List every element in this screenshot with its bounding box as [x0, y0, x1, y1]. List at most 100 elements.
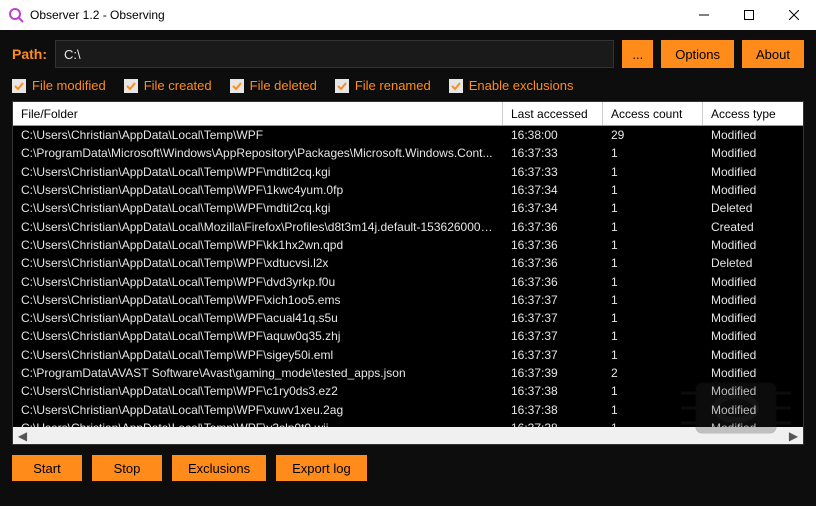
options-button[interactable]: Options: [661, 40, 734, 68]
cell-file: C:\Users\Christian\AppData\Local\Temp\WP…: [13, 311, 503, 325]
stop-button[interactable]: Stop: [92, 455, 162, 481]
scroll-left-icon: ◀: [15, 428, 30, 443]
export-button[interactable]: Export log: [276, 455, 367, 481]
cell-count: 1: [603, 238, 703, 252]
filter-row: File modified File created File deleted …: [12, 78, 804, 93]
table-row[interactable]: C:\Users\Christian\AppData\Local\Temp\WP…: [13, 181, 803, 199]
cell-type: Modified: [703, 238, 803, 252]
cell-file: C:\Users\Christian\AppData\Local\Temp\WP…: [13, 348, 503, 362]
cell-file: C:\Users\Christian\AppData\Local\Temp\WP…: [13, 293, 503, 307]
browse-button[interactable]: ...: [622, 40, 653, 68]
cell-file: C:\Users\Christian\AppData\Local\Temp\WP…: [13, 201, 503, 215]
table-row[interactable]: C:\ProgramData\AVAST Software\Avast\gami…: [13, 364, 803, 382]
table-row[interactable]: C:\Users\Christian\AppData\Local\Temp\WP…: [13, 254, 803, 272]
start-button[interactable]: Start: [12, 455, 82, 481]
column-header-last[interactable]: Last accessed: [503, 102, 603, 125]
exclusions-button[interactable]: Exclusions: [172, 455, 266, 481]
checkbox-file-renamed[interactable]: File renamed: [335, 78, 431, 93]
path-label: Path:: [12, 46, 47, 62]
table-header: File/Folder Last accessed Access count A…: [13, 102, 803, 126]
cell-count: 2: [603, 366, 703, 380]
cell-count: 1: [603, 146, 703, 160]
column-header-file[interactable]: File/Folder: [13, 102, 503, 125]
checkbox-file-modified[interactable]: File modified: [12, 78, 106, 93]
cell-file: C:\Users\Christian\AppData\Local\Temp\WP…: [13, 403, 503, 417]
table-row[interactable]: C:\Users\Christian\AppData\Local\Temp\WP…: [13, 382, 803, 400]
table-row[interactable]: C:\Users\Christian\AppData\Local\Temp\WP…: [13, 327, 803, 345]
cell-file: C:\Users\Christian\AppData\Local\Temp\WP…: [13, 275, 503, 289]
check-icon: [124, 79, 138, 93]
cell-last: 16:37:36: [503, 238, 603, 252]
minimize-button[interactable]: [681, 0, 726, 30]
cell-type: Modified: [703, 128, 803, 142]
table-row[interactable]: C:\Users\Christian\AppData\Local\Temp\WP…: [13, 199, 803, 217]
cell-last: 16:37:36: [503, 220, 603, 234]
table-row[interactable]: C:\Users\Christian\AppData\Local\Temp\WP…: [13, 309, 803, 327]
cell-last: 16:37:36: [503, 256, 603, 270]
cell-count: 1: [603, 201, 703, 215]
cell-file: C:\Users\Christian\AppData\Local\Temp\WP…: [13, 165, 503, 179]
cell-count: 1: [603, 329, 703, 343]
table-row[interactable]: C:\Users\Christian\AppData\Local\Temp\WP…: [13, 400, 803, 418]
checkbox-label: File modified: [32, 78, 106, 93]
table-row[interactable]: C:\Users\Christian\AppData\Local\Temp\WP…: [13, 126, 803, 144]
app-icon: [8, 7, 24, 23]
table-row[interactable]: C:\Users\Christian\AppData\Local\Temp\WP…: [13, 291, 803, 309]
cell-count: 1: [603, 403, 703, 417]
cell-count: 1: [603, 220, 703, 234]
cell-last: 16:38:00: [503, 128, 603, 142]
table-row[interactable]: C:\Users\Christian\AppData\Local\Temp\WP…: [13, 419, 803, 427]
table-row[interactable]: C:\Users\Christian\AppData\Local\Temp\WP…: [13, 346, 803, 364]
checkbox-file-deleted[interactable]: File deleted: [230, 78, 317, 93]
file-table: File/Folder Last accessed Access count A…: [12, 101, 804, 445]
cell-type: Modified: [703, 183, 803, 197]
column-header-type[interactable]: Access type: [703, 102, 803, 125]
cell-last: 16:37:37: [503, 348, 603, 362]
checkbox-label: File created: [144, 78, 212, 93]
cell-file: C:\Users\Christian\AppData\Local\Temp\WP…: [13, 256, 503, 270]
footer-buttons: Start Stop Exclusions Export log: [12, 455, 804, 481]
cell-file: C:\Users\Christian\AppData\Local\Temp\WP…: [13, 128, 503, 142]
path-input[interactable]: [55, 40, 614, 68]
check-icon: [449, 79, 463, 93]
cell-type: Modified: [703, 384, 803, 398]
column-header-count[interactable]: Access count: [603, 102, 703, 125]
checkbox-enable-exclusions[interactable]: Enable exclusions: [449, 78, 574, 93]
cell-last: 16:37:39: [503, 366, 603, 380]
cell-last: 16:37:37: [503, 293, 603, 307]
path-row: Path: ... Options About: [12, 40, 804, 68]
cell-type: Modified: [703, 348, 803, 362]
table-row[interactable]: C:\Users\Christian\AppData\Local\Temp\WP…: [13, 236, 803, 254]
titlebar: Observer 1.2 - Observing: [0, 0, 816, 30]
cell-type: Created: [703, 220, 803, 234]
table-row[interactable]: C:\Users\Christian\AppData\Local\Temp\WP…: [13, 272, 803, 290]
horizontal-scrollbar[interactable]: ◀ ▶: [13, 427, 803, 444]
cell-count: 1: [603, 384, 703, 398]
window-title: Observer 1.2 - Observing: [30, 8, 681, 22]
cell-file: C:\Users\Christian\AppData\Local\Temp\WP…: [13, 329, 503, 343]
cell-type: Modified: [703, 293, 803, 307]
cell-type: Deleted: [703, 201, 803, 215]
cell-file: C:\ProgramData\Microsoft\Windows\AppRepo…: [13, 146, 503, 160]
cell-file: C:\ProgramData\AVAST Software\Avast\gami…: [13, 366, 503, 380]
checkbox-file-created[interactable]: File created: [124, 78, 212, 93]
table-row[interactable]: C:\Users\Christian\AppData\Local\Mozilla…: [13, 217, 803, 235]
close-button[interactable]: [771, 0, 816, 30]
cell-last: 16:37:33: [503, 146, 603, 160]
cell-type: Modified: [703, 329, 803, 343]
cell-last: 16:37:37: [503, 329, 603, 343]
cell-count: 1: [603, 183, 703, 197]
table-row[interactable]: C:\Users\Christian\AppData\Local\Temp\WP…: [13, 163, 803, 181]
maximize-button[interactable]: [726, 0, 771, 30]
table-row[interactable]: C:\ProgramData\Microsoft\Windows\AppRepo…: [13, 144, 803, 162]
cell-type: Modified: [703, 366, 803, 380]
cell-last: 16:37:34: [503, 201, 603, 215]
cell-count: 1: [603, 256, 703, 270]
cell-type: Modified: [703, 146, 803, 160]
table-body: C:\Users\Christian\AppData\Local\Temp\WP…: [13, 126, 803, 427]
check-icon: [335, 79, 349, 93]
checkbox-label: Enable exclusions: [469, 78, 574, 93]
about-button[interactable]: About: [742, 40, 804, 68]
cell-count: 1: [603, 293, 703, 307]
cell-count: 1: [603, 165, 703, 179]
